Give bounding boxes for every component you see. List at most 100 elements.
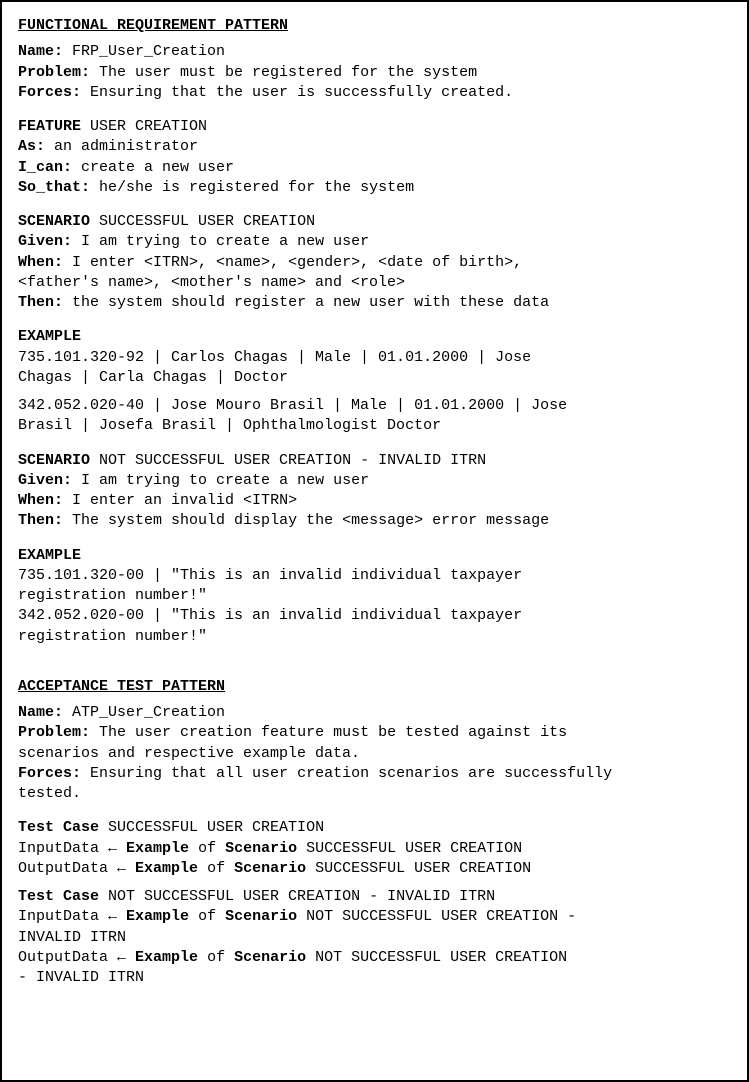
scenario2-name: NOT SUCCESSFUL USER CREATION - INVALID I… (99, 452, 486, 469)
atp-forces-l1: Ensuring that all user creation scenario… (90, 765, 612, 782)
s2-example1-l2: registration number!" (18, 586, 731, 606)
tc1-out-scenario: SUCCESSFUL USER CREATION (315, 860, 531, 877)
tc2-row: Test Case NOT SUCCESSFUL USER CREATION -… (18, 887, 731, 907)
frp-problem-label: Problem: (18, 64, 90, 81)
s2-example1-l1: 735.101.320-00 | "This is an invalid ind… (18, 566, 731, 586)
tc1-in-scenario: SUCCESSFUL USER CREATION (306, 840, 522, 857)
tc2-input-row1: InputData ← Example of Scenario NOT SUCC… (18, 907, 731, 927)
tc2-name: NOT SUCCESSFUL USER CREATION - INVALID I… (108, 888, 495, 905)
input-label: InputData ← (18, 840, 117, 857)
s2-given-value: I am trying to create a new user (81, 472, 369, 489)
atp-problem-label: Problem: (18, 724, 90, 741)
scenario-keyword: Scenario (225, 908, 297, 925)
frp-name-row: Name: FRP_User_Creation (18, 42, 731, 62)
s2-example2-l1: 342.052.020-00 | "This is an invalid ind… (18, 606, 731, 626)
s1-given-value: I am trying to create a new user (81, 233, 369, 250)
s1-when-value1: I enter <ITRN>, <name>, <gender>, <date … (72, 254, 522, 271)
atp-name-label: Name: (18, 704, 63, 721)
feature-ican-label: I_can: (18, 159, 72, 176)
tc1-name: SUCCESSFUL USER CREATION (108, 819, 324, 836)
s1-example1-l2: Chagas | Carla Chagas | Doctor (18, 368, 731, 388)
s1-example2-l1: 342.052.020-40 | Jose Mouro Brasil | Mal… (18, 396, 731, 416)
tc2-output-row2: - INVALID ITRN (18, 968, 731, 988)
feature-as-value: an administrator (54, 138, 198, 155)
example-keyword: Example (126, 840, 189, 857)
given-label: Given: (18, 472, 72, 489)
feature-keyword: FEATURE (18, 118, 81, 135)
frp-problem-row: Problem: The user must be registered for… (18, 63, 731, 83)
frp-forces-row: Forces: Ensuring that the user is succes… (18, 83, 731, 103)
frp-name-label: Name: (18, 43, 63, 60)
frp-heading: FUNCTIONAL REQUIREMENT PATTERN (18, 16, 731, 36)
of-keyword: of (198, 840, 216, 857)
s1-then-value: the system should register a new user wi… (72, 294, 549, 311)
example-keyword: Example (135, 949, 198, 966)
given-label: Given: (18, 233, 72, 250)
input-label: InputData ← (18, 908, 117, 925)
scenario2-row: SCENARIO NOT SUCCESSFUL USER CREATION - … (18, 451, 731, 471)
s1-given-row: Given: I am trying to create a new user (18, 232, 731, 252)
feature-as-label: As: (18, 138, 45, 155)
scenario-keyword: Scenario (234, 860, 306, 877)
s2-when-row: When: I enter an invalid <ITRN> (18, 491, 731, 511)
atp-forces-label: Forces: (18, 765, 81, 782)
scenario1-row: SCENARIO SUCCESSFUL USER CREATION (18, 212, 731, 232)
output-label: OutputData ← (18, 949, 126, 966)
scenario1-name: SUCCESSFUL USER CREATION (99, 213, 315, 230)
s1-when-row2: <father's name>, <mother's name> and <ro… (18, 273, 731, 293)
frp-problem-value: The user must be registered for the syst… (99, 64, 477, 81)
of-keyword: of (207, 860, 225, 877)
tc1-output-row: OutputData ← Example of Scenario SUCCESS… (18, 859, 731, 879)
s2-example-keyword: EXAMPLE (18, 546, 731, 566)
atp-forces-row1: Forces: Ensuring that all user creation … (18, 764, 731, 784)
feature-sothat-value: he/she is registered for the system (99, 179, 414, 196)
feature-sothat-label: So_that: (18, 179, 90, 196)
frp-forces-label: Forces: (18, 84, 81, 101)
s2-then-row: Then: The system should display the <mes… (18, 511, 731, 531)
scenario-keyword: Scenario (234, 949, 306, 966)
tc2-in-scenario-l1: NOT SUCCESSFUL USER CREATION - (306, 908, 576, 925)
frp-name-value: FRP_User_Creation (72, 43, 225, 60)
example-keyword: Example (135, 860, 198, 877)
s1-example1-l1: 735.101.320-92 | Carlos Chagas | Male | … (18, 348, 731, 368)
atp-problem-row1: Problem: The user creation feature must … (18, 723, 731, 743)
s1-when-row1: When: I enter <ITRN>, <name>, <gender>, … (18, 253, 731, 273)
feature-ican-value: create a new user (81, 159, 234, 176)
s2-then-value: The system should display the <message> … (72, 512, 549, 529)
atp-heading: ACCEPTANCE TEST PATTERN (18, 677, 731, 697)
tc2-out-scenario-l1: NOT SUCCESSFUL USER CREATION (315, 949, 567, 966)
feature-row: FEATURE USER CREATION (18, 117, 731, 137)
tc1-row: Test Case SUCCESSFUL USER CREATION (18, 818, 731, 838)
testcase-keyword: Test Case (18, 888, 99, 905)
atp-name-value: ATP_User_Creation (72, 704, 225, 721)
s2-given-row: Given: I am trying to create a new user (18, 471, 731, 491)
then-label: Then: (18, 512, 63, 529)
atp-forces-row2: tested. (18, 784, 731, 804)
document-page: FUNCTIONAL REQUIREMENT PATTERN Name: FRP… (0, 0, 749, 1082)
example-keyword: Example (126, 908, 189, 925)
feature-sothat-row: So_that: he/she is registered for the sy… (18, 178, 731, 198)
of-keyword: of (198, 908, 216, 925)
frp-forces-value: Ensuring that the user is successfully c… (90, 84, 513, 101)
s1-example2-l2: Brasil | Josefa Brasil | Ophthalmologist… (18, 416, 731, 436)
tc2-output-row1: OutputData ← Example of Scenario NOT SUC… (18, 948, 731, 968)
scenario-keyword: SCENARIO (18, 452, 90, 469)
of-keyword: of (207, 949, 225, 966)
then-label: Then: (18, 294, 63, 311)
atp-name-row: Name: ATP_User_Creation (18, 703, 731, 723)
feature-ican-row: I_can: create a new user (18, 158, 731, 178)
when-label: When: (18, 492, 63, 509)
testcase-keyword: Test Case (18, 819, 99, 836)
scenario-keyword: Scenario (225, 840, 297, 857)
feature-as-row: As: an administrator (18, 137, 731, 157)
s2-when-value: I enter an invalid <ITRN> (72, 492, 297, 509)
when-label: When: (18, 254, 63, 271)
feature-name: USER CREATION (90, 118, 207, 135)
output-label: OutputData ← (18, 860, 126, 877)
s2-example2-l2: registration number!" (18, 627, 731, 647)
s1-then-row: Then: the system should register a new u… (18, 293, 731, 313)
tc1-input-row: InputData ← Example of Scenario SUCCESSF… (18, 839, 731, 859)
atp-problem-row2: scenarios and respective example data. (18, 744, 731, 764)
scenario-keyword: SCENARIO (18, 213, 90, 230)
atp-problem-l1: The user creation feature must be tested… (99, 724, 567, 741)
